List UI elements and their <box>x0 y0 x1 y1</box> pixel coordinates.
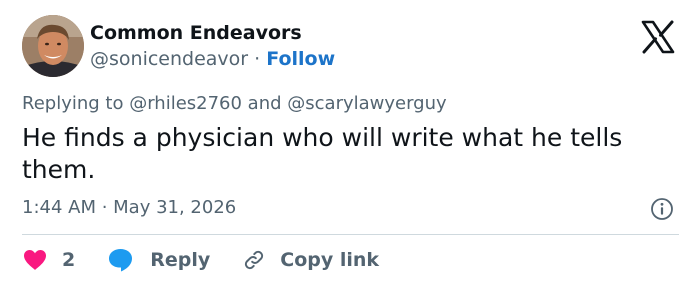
like-button[interactable]: 2 <box>22 248 75 272</box>
reply-button[interactable]: Reply <box>107 247 210 273</box>
tweet-timestamp[interactable]: 1:44 AM · May 31, 2026 <box>22 197 236 218</box>
copy-link-button[interactable]: Copy link <box>242 248 379 272</box>
follow-button[interactable]: Follow <box>266 48 335 70</box>
avatar[interactable] <box>22 15 84 77</box>
handle-separator: · <box>254 48 261 70</box>
replying-to-text: Replying to @rhiles2760 and @scarylawyer… <box>22 93 447 114</box>
x-logo-icon[interactable] <box>640 20 676 54</box>
tweet-card: Common Endeavors @sonicendeavor · Follow… <box>0 0 700 287</box>
divider <box>22 234 679 235</box>
author-handle[interactable]: @sonicendeavor <box>90 48 248 70</box>
author-handle-row: @sonicendeavor · Follow <box>90 48 335 70</box>
author-display-name[interactable]: Common Endeavors <box>90 22 302 44</box>
tweet-text: He finds a physician who will write what… <box>22 123 623 184</box>
speech-bubble-icon <box>109 249 133 272</box>
heart-icon <box>24 250 46 270</box>
info-icon[interactable] <box>650 197 674 221</box>
like-count: 2 <box>62 249 76 271</box>
copy-link-label: Copy link <box>280 249 380 271</box>
avatar-image <box>22 15 84 77</box>
action-bar: 2 Reply Copy link <box>22 244 379 276</box>
reply-label: Reply <box>150 249 211 271</box>
link-icon <box>245 250 264 270</box>
